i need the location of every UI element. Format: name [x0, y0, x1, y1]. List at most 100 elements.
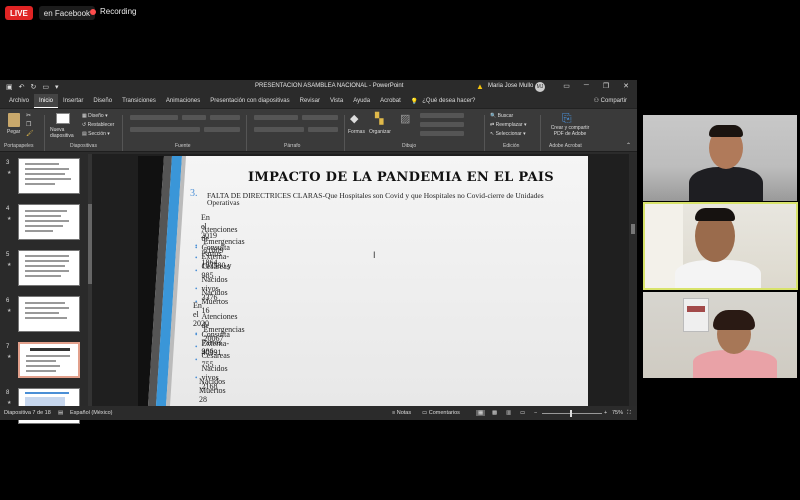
layout-button[interactable]: ▦ Diseño ▾ [82, 113, 108, 119]
format-painter-icon[interactable]: 🖌 [26, 130, 34, 137]
customize-icon[interactable]: ▾ [55, 83, 59, 91]
thumbnail-scrollbar[interactable] [88, 154, 92, 406]
tab-inicio[interactable]: Inicio [34, 94, 59, 108]
share-button[interactable]: ⚇ Compartir [594, 97, 627, 104]
shape-fill-button[interactable] [420, 113, 464, 118]
reset-button[interactable]: ↺ Restablecer [82, 122, 114, 128]
close-icon[interactable]: ✕ [623, 82, 629, 90]
tab-ayuda[interactable]: Ayuda [348, 94, 375, 108]
section-button[interactable]: ▤ Sección ▾ [82, 131, 110, 137]
zoom-slider-thumb[interactable] [570, 410, 572, 417]
cut-icon[interactable]: ✂ [26, 112, 31, 119]
recording-label: Recording [100, 7, 137, 16]
tab-animaciones[interactable]: Animaciones [161, 94, 205, 108]
participant-video-3[interactable] [643, 292, 797, 378]
user-name[interactable]: Maria Jose Mullo [488, 83, 533, 89]
undo-icon[interactable]: ↶ [19, 83, 25, 91]
ribbon-divider [540, 115, 541, 151]
new-slide-icon[interactable] [56, 113, 70, 124]
font-style-buttons[interactable] [130, 127, 200, 132]
save-icon[interactable]: ▣ [6, 83, 13, 91]
language-indicator[interactable]: Español (México) [70, 410, 113, 416]
columns-buttons[interactable] [308, 127, 338, 132]
arrange-label[interactable]: Organizar [369, 129, 391, 135]
thumbnail-item-active[interactable]: 7 ★ [4, 342, 84, 382]
slide-thumbnail[interactable] [18, 158, 80, 194]
select-label: Seleccionar [495, 131, 522, 137]
spellcheck-icon[interactable]: ▤ [58, 410, 63, 416]
tab-revisar[interactable]: Revisar [295, 94, 325, 108]
arrange-icon[interactable]: ▚ [375, 112, 383, 125]
paste-icon[interactable] [8, 113, 20, 127]
create-pdf-label[interactable]: Crear y compartir PDF de Adobe [546, 125, 594, 137]
tab-transiciones[interactable]: Transiciones [117, 94, 161, 108]
editor-scrollbar[interactable] [629, 154, 637, 406]
shape-outline-button[interactable] [420, 122, 464, 127]
slide-thumbnail[interactable] [18, 296, 80, 332]
ribbon-options-icon[interactable]: ▭ [563, 82, 570, 90]
zoom-out-icon[interactable]: − [534, 410, 537, 416]
group-slides-label: Diapositivas [70, 143, 97, 149]
participant-video-2-active-speaker[interactable] [643, 202, 798, 290]
zoom-slider[interactable] [542, 410, 602, 417]
shapes-icon[interactable]: ◆ [350, 112, 358, 125]
quick-styles-icon[interactable]: ▨ [400, 112, 410, 125]
tab-insertar[interactable]: Insertar [58, 94, 88, 108]
adobe-pdf-icon[interactable]: ⎘ [562, 111, 572, 126]
shapes-label[interactable]: Formas [348, 129, 365, 135]
minimize-icon[interactable]: ─ [584, 82, 589, 90]
select-button[interactable]: ↖ Seleccionar ▾ [490, 131, 526, 137]
present-icon[interactable]: ▭ [42, 83, 49, 91]
thumbnail-item[interactable]: 6 ★ [4, 296, 84, 336]
tab-vista[interactable]: Vista [325, 94, 348, 108]
thumbnail-item[interactable]: 5 ★ [4, 250, 84, 290]
font-family-select[interactable] [130, 115, 178, 120]
tab-acrobat[interactable]: Acrobat [375, 94, 406, 108]
paste-label[interactable]: Pegar [7, 129, 20, 135]
maximize-icon[interactable]: ❐ [603, 82, 609, 90]
list-buttons[interactable] [254, 115, 298, 120]
slide-thumbnail-selected[interactable] [18, 342, 80, 378]
shape-effects-button[interactable] [420, 131, 464, 136]
redo-icon[interactable]: ↻ [31, 83, 37, 91]
participant-video-1[interactable] [643, 115, 797, 201]
platform-label[interactable]: en Facebook [38, 6, 96, 20]
slide-sorter-icon[interactable]: ▩ [492, 410, 497, 416]
indent-buttons[interactable] [302, 115, 338, 120]
tell-me-search[interactable]: 💡 ¿Qué desea hacer? [406, 94, 481, 108]
replace-label: Reemplazar [495, 122, 523, 128]
avatar[interactable]: MJ [535, 82, 545, 92]
normal-view-icon[interactable]: ▦ [476, 410, 486, 416]
tab-archivo[interactable]: Archivo [4, 94, 34, 108]
font-color-buttons[interactable] [204, 127, 240, 132]
zoom-in-icon[interactable]: + [604, 410, 607, 416]
slide-canvas[interactable]: IMPACTO DE LA PANDEMIA EN EL PAIS 3. FAL… [138, 156, 588, 406]
thumbnail-item[interactable]: 3 ★ [4, 158, 84, 198]
ribbon: Pegar ✂ ❐ 🖌 Portapapeles Nueva diapositi… [0, 108, 637, 152]
slideshow-icon[interactable]: ▭ [520, 410, 525, 416]
notes-button[interactable]: ≡ Notas [392, 410, 411, 416]
new-slide-label[interactable]: Nueva diapositiva [50, 127, 80, 139]
slide-thumbnail[interactable] [18, 250, 80, 286]
zoom-level[interactable]: 75% [612, 410, 623, 416]
align-buttons[interactable] [254, 127, 304, 132]
replace-button[interactable]: ⇄ Reemplazar ▾ [490, 122, 526, 128]
list-item: Nacidos Muertos 28 [195, 377, 226, 404]
tab-diseno[interactable]: Diseño [88, 94, 117, 108]
slide-thumbnail[interactable] [18, 204, 80, 240]
fit-slide-icon[interactable]: ⛶ [627, 410, 631, 417]
comments-button[interactable]: ▭ Comentarios [422, 410, 460, 416]
thumbnail-item[interactable]: 4 ★ [4, 204, 84, 244]
group-paragraph-label: Párrafo [284, 143, 301, 149]
font-size-select[interactable] [182, 115, 206, 120]
find-button[interactable]: 🔍 Buscar [490, 113, 513, 119]
tab-presentacion[interactable]: Presentación con diapositivas [205, 94, 294, 108]
slide-title[interactable]: IMPACTO DE LA PANDEMIA EN EL PAIS [248, 170, 554, 185]
font-grow-shrink[interactable] [210, 115, 240, 120]
copy-icon[interactable]: ❐ [26, 121, 31, 128]
collapse-ribbon-icon[interactable]: ⌃ [626, 142, 631, 149]
warning-icon[interactable]: ▲ [476, 82, 484, 91]
thumbnail-number: 6 [6, 298, 10, 304]
ribbon-divider [344, 115, 345, 151]
reading-view-icon[interactable]: ▥ [506, 410, 511, 416]
